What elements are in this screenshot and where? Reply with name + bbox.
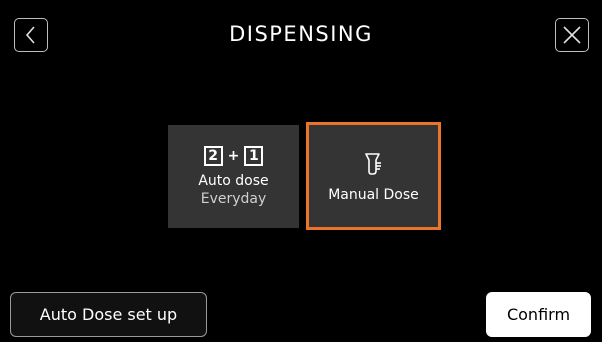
auto-dose-sublabel: Everyday (200, 190, 267, 207)
manual-dose-option[interactable]: Manual Dose (306, 122, 441, 230)
page-title: DISPENSING (229, 22, 373, 46)
confirm-button[interactable]: Confirm (486, 292, 591, 337)
dose-count-right: 1 (244, 145, 264, 166)
auto-dose-option[interactable]: 2 + 1 Auto dose Everyday (168, 125, 299, 228)
auto-dose-setup-button[interactable]: Auto Dose set up (10, 292, 207, 337)
dose-schedule-icon: 2 + 1 (203, 145, 264, 166)
dose-plus: + (227, 147, 240, 164)
close-icon (563, 26, 581, 44)
close-button[interactable] (555, 18, 589, 52)
manual-dose-label: Manual Dose (328, 187, 419, 203)
dose-count-left: 2 (203, 145, 223, 166)
manual-dispense-icon (364, 153, 381, 175)
auto-dose-label: Auto dose (198, 172, 269, 189)
